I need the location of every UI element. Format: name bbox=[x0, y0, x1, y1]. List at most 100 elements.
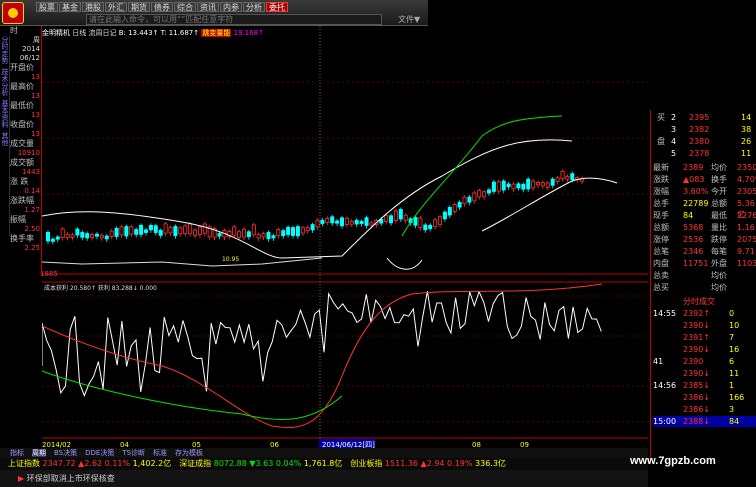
indicator-tab-5[interactable]: 标准 bbox=[153, 449, 167, 457]
candle-body bbox=[413, 217, 418, 226]
time-axis-label: 04 bbox=[120, 441, 129, 448]
toolbar-button-2[interactable]: 港股 bbox=[82, 2, 104, 12]
info-label: 涨 跌 bbox=[10, 177, 29, 186]
stat-label: 总笔 bbox=[653, 247, 669, 256]
order-book-side: 盘 bbox=[657, 137, 665, 146]
info-label: 收盘价 bbox=[10, 120, 34, 129]
order-book-price: 2378 bbox=[689, 149, 710, 158]
order-book-row: 5 2378 11 bbox=[653, 148, 756, 159]
toolbar-button-9[interactable]: 分析 bbox=[243, 2, 265, 12]
tick-volume: 6 bbox=[729, 357, 735, 366]
leftnav-item-1[interactable]: 技术分析 bbox=[0, 68, 9, 96]
toolbar-button-5[interactable]: 债券 bbox=[151, 2, 173, 12]
stat-label: 涨幅 bbox=[653, 187, 669, 196]
candle-body bbox=[90, 233, 95, 238]
candle-body bbox=[173, 226, 178, 237]
news-text[interactable]: 环保部取消上市环保核查 bbox=[27, 474, 115, 483]
stat-label: 内盘 bbox=[653, 259, 669, 268]
indicator-tab-2[interactable]: BS决策 bbox=[54, 449, 77, 457]
leftnav-item-2[interactable]: 基本资料 bbox=[0, 100, 9, 128]
toolbar-button-8[interactable]: 内参 bbox=[220, 2, 242, 12]
tick-row: 14:56 2385↓ 1 bbox=[653, 380, 756, 391]
info-label: 涨跌幅 bbox=[10, 196, 34, 205]
time-axis-label: 08 bbox=[472, 441, 481, 448]
tick-row: 2390↓ 11 bbox=[653, 368, 756, 379]
index-quote[interactable]: 深证成指 8072.88 ▼3.63 0.04% 1,761.8亿 bbox=[179, 459, 342, 468]
kline-chart[interactable]: 10.951885成本获利 20.580↑ 获利 83.288↓ 0.00010… bbox=[42, 26, 648, 448]
time-axis-label: 2014/06/12[四] bbox=[322, 441, 375, 448]
candle-body bbox=[496, 181, 501, 192]
indicator-tab-0[interactable]: 指标 bbox=[10, 449, 24, 457]
indicator-tab-4[interactable]: TS诊断 bbox=[122, 449, 145, 457]
leftnav-item-3[interactable]: 其他 bbox=[0, 132, 9, 146]
app-logo-icon[interactable] bbox=[2, 2, 24, 24]
price-mark-label: 10.95 bbox=[222, 256, 239, 263]
indicator-tabs: 指标 周期 BS决策 DDE决策 TS诊断 标准 存为模板 bbox=[0, 448, 648, 458]
index-pct: 0.19% bbox=[444, 459, 473, 468]
candle-body bbox=[124, 226, 129, 237]
command-input[interactable]: 请在此输入命令，可以用“”匹配任意字符 bbox=[86, 14, 382, 25]
candle-body bbox=[447, 206, 452, 216]
ma-line-green bbox=[401, 115, 563, 237]
stat-label: 每笔 bbox=[711, 247, 727, 256]
tick-price: 2390↓ bbox=[683, 321, 711, 330]
file-menu[interactable]: 文件▼ bbox=[398, 14, 420, 25]
tick-volume: 84 bbox=[729, 417, 740, 426]
stat-value: 2305 bbox=[737, 187, 756, 196]
stat-value: 2276 bbox=[737, 211, 756, 220]
candle-body bbox=[384, 215, 389, 222]
candle-body bbox=[555, 177, 560, 182]
tick-price: 2392↑ bbox=[683, 309, 711, 318]
candle-body bbox=[261, 233, 266, 238]
cost-line-green bbox=[42, 370, 343, 421]
toolbar-button-0[interactable]: 股票 bbox=[36, 2, 58, 12]
leftnav-item-0[interactable]: 分时走势 bbox=[0, 36, 9, 64]
tick-time: 14:55 bbox=[653, 309, 677, 318]
tick-time: 41 bbox=[653, 357, 664, 366]
candle-body bbox=[369, 222, 374, 226]
indicator-tab-6[interactable]: 存为模板 bbox=[175, 449, 203, 457]
candle-body bbox=[388, 215, 393, 224]
news-bar[interactable]: ▶ 环保部取消上市环保核查 bbox=[0, 470, 648, 487]
candle-body bbox=[114, 227, 119, 237]
indicator-label: 流周日记 bbox=[88, 29, 117, 37]
toolbar-button-10[interactable]: 委托 bbox=[266, 2, 288, 12]
candle-body bbox=[359, 220, 364, 224]
indicator-tab-3[interactable]: DDE决策 bbox=[85, 449, 114, 457]
toolbar-button-6[interactable]: 综合 bbox=[174, 2, 196, 12]
candle-body bbox=[163, 223, 168, 234]
stat-value: 1.16 bbox=[737, 223, 755, 232]
candle-body bbox=[95, 233, 100, 237]
toolbar-button-4[interactable]: 期货 bbox=[128, 2, 150, 12]
news-arrow-icon: ▶ bbox=[18, 474, 25, 483]
order-book-price: 2380 bbox=[689, 137, 710, 146]
index-change: ▲2.94 bbox=[418, 459, 445, 468]
stat-label: 最低 bbox=[711, 211, 727, 220]
indicator-tab-1[interactable]: 周期 bbox=[32, 449, 46, 457]
candle-body bbox=[535, 182, 540, 186]
stat-value: 84 bbox=[683, 211, 694, 220]
toolbar-button-7[interactable]: 资讯 bbox=[197, 2, 219, 12]
quote-stat-row: 总买 均价 bbox=[653, 282, 756, 293]
info-label: 振幅 bbox=[10, 215, 26, 224]
toolbar-button-1[interactable]: 基金 bbox=[59, 2, 81, 12]
index-quote[interactable]: 上证指数 2347.72 ▲2.62 0.11% 1,402.2亿 bbox=[8, 459, 171, 468]
info-value: 1443 bbox=[22, 168, 40, 176]
order-book-level: 3 bbox=[671, 125, 677, 134]
tick-volume: 16 bbox=[729, 345, 740, 354]
order-book-volume: 26 bbox=[741, 137, 752, 146]
tick-row: 15:00 2388↓ 84 bbox=[653, 416, 756, 427]
candle-body bbox=[477, 190, 482, 198]
stat-value: 22789 bbox=[683, 199, 709, 208]
index-quote[interactable]: 创业板指 1511.36 ▲2.94 0.19% 336.3亿 bbox=[350, 459, 506, 468]
stat-label: 跌停 bbox=[711, 235, 727, 244]
index-price: 1511.36 bbox=[382, 459, 418, 468]
stat-label: 总额 bbox=[653, 223, 669, 232]
quote-stat-row: 内盘 11751外盘 11038 bbox=[653, 258, 756, 269]
candle-body bbox=[241, 228, 246, 238]
toolbar-button-3[interactable]: 外汇 bbox=[105, 2, 127, 12]
tick-price: 2388↓ bbox=[683, 417, 711, 426]
tick-price: 2386↓ bbox=[683, 405, 711, 414]
index-name: 上证指数 bbox=[8, 459, 40, 468]
tick-volume: 3 bbox=[729, 405, 735, 414]
